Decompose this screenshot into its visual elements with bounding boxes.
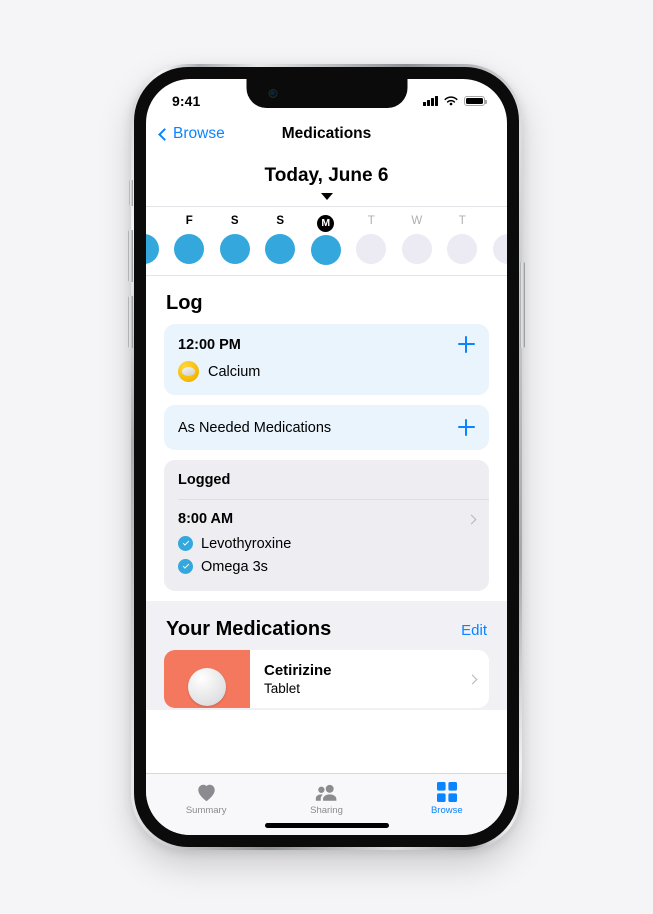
chevron-right-icon (466, 514, 477, 524)
people-icon (266, 781, 386, 803)
logged-card-body: 8:00 AM Levothyroxine Omega 3s (164, 500, 489, 591)
check-circle-icon (178, 536, 193, 551)
status-bar-time: 9:41 (172, 93, 201, 109)
tab-label: Browse (430, 805, 463, 816)
day-selector-item[interactable] (485, 214, 507, 264)
logged-time: 8:00 AM (178, 511, 234, 527)
front-camera-icon (268, 89, 277, 98)
day-dose-indicator (356, 234, 387, 264)
day-letter: T (367, 215, 375, 227)
day-selector-item[interactable]: T (349, 214, 395, 264)
day-selector-item[interactable]: M (303, 213, 349, 265)
battery-icon (464, 95, 487, 107)
home-indicator[interactable] (264, 823, 389, 828)
medication-list-item[interactable]: Cetirizine Tablet (164, 650, 489, 708)
grid-icon (387, 781, 507, 803)
heart-icon (146, 781, 266, 803)
day-selector-item[interactable] (146, 214, 167, 264)
logged-medication-row: Levothyroxine (178, 532, 475, 555)
as-needed-row: As Needed Medications (164, 405, 489, 450)
main-content: Log 12:00 PM Calcium As Needed Medicatio… (146, 276, 507, 710)
logged-medication-name: Levothyroxine (201, 535, 292, 552)
cellular-bars-icon (423, 96, 438, 106)
chevron-left-icon (158, 127, 171, 141)
your-medications-title: Your Medications (166, 618, 332, 640)
day-selector-item[interactable]: S (258, 214, 304, 264)
back-button-label: Browse (173, 125, 225, 142)
scheduled-dose-medication-row: Calcium (164, 355, 489, 395)
day-selector-item[interactable]: T (440, 214, 486, 264)
medication-info: Cetirizine Tablet (250, 650, 489, 708)
your-medications-header: Your Medications Edit (146, 601, 507, 650)
as-needed-label: As Needed Medications (178, 419, 332, 436)
device-screen: 9:41 Browse Medications Today, June 6 F … (146, 79, 507, 835)
day-letter: S (230, 215, 239, 227)
day-letter (485, 214, 507, 228)
medication-form: Tablet (264, 681, 301, 696)
display-notch (246, 79, 407, 108)
day-letter: W (411, 215, 423, 227)
day-dose-indicator (310, 235, 341, 265)
tab-label: Summary (185, 805, 227, 816)
logged-card[interactable]: Logged 8:00 AM Levothyroxine Omega 3s (164, 460, 489, 591)
status-bar-indicators (423, 95, 487, 107)
day-letter: T (458, 215, 466, 227)
logged-items-list: Levothyroxine Omega 3s (178, 532, 475, 578)
device-bezel: 9:41 Browse Medications Today, June 6 F … (134, 67, 519, 847)
date-header[interactable]: Today, June 6 (146, 153, 507, 206)
volume-up-button[interactable] (128, 230, 133, 282)
your-medications-section: Your Medications Edit Cetirizine Tablet (146, 601, 507, 710)
day-dose-indicator (401, 234, 432, 264)
wifi-icon (444, 96, 458, 106)
day-dose-indicator (492, 234, 507, 264)
day-selector-row: FSSMTWT (146, 213, 507, 265)
plus-icon[interactable] (458, 336, 475, 353)
current-date-label: Today, June 6 (264, 165, 389, 186)
logged-card-header: Logged (178, 472, 231, 488)
volume-down-button[interactable] (128, 296, 133, 348)
day-dose-indicator (447, 234, 478, 264)
scheduled-dose-time: 12:00 PM (178, 336, 241, 353)
day-selector-strip[interactable]: FSSMTWT (146, 207, 507, 275)
medication-thumbnail (164, 650, 250, 708)
log-section-title: Log (166, 292, 203, 314)
iphone-device-frame: 9:41 Browse Medications Today, June 6 F … (128, 64, 525, 850)
scheduled-dose-medication-name: Calcium (208, 363, 261, 380)
logged-medication-name: Omega 3s (201, 558, 268, 575)
logged-medication-row: Omega 3s (178, 555, 475, 578)
your-medications-list: Cetirizine Tablet (146, 650, 507, 708)
day-letter: F (185, 215, 193, 227)
day-selector-item[interactable]: W (394, 214, 440, 264)
tab-summary[interactable]: Summary (146, 781, 266, 816)
tab-browse[interactable]: Browse (387, 781, 507, 816)
yellow-capsule-icon (178, 361, 199, 382)
day-dose-indicator (174, 234, 205, 264)
mute-switch-button[interactable] (129, 180, 133, 206)
power-button[interactable] (520, 262, 525, 348)
navigation-bar: Browse Medications (146, 115, 507, 153)
tab-label: Sharing (310, 805, 343, 816)
logged-time-row[interactable]: 8:00 AM (178, 511, 477, 527)
plus-icon[interactable] (458, 419, 475, 436)
as-needed-medications-card[interactable]: As Needed Medications (164, 405, 489, 450)
scheduled-dose-header: 12:00 PM (164, 324, 489, 355)
back-button[interactable]: Browse (158, 125, 225, 143)
tab-sharing[interactable]: Sharing (266, 781, 386, 816)
day-letter (146, 214, 167, 228)
day-dose-indicator (265, 234, 296, 264)
day-dose-indicator (146, 234, 159, 264)
day-dose-indicator (219, 234, 250, 264)
day-letter: M (317, 215, 335, 232)
white-round-tablet-icon (188, 668, 226, 706)
day-selector-item[interactable]: S (212, 214, 258, 264)
scheduled-dose-card[interactable]: 12:00 PM Calcium (164, 324, 489, 395)
day-letter: S (276, 215, 285, 227)
check-circle-icon (178, 559, 193, 574)
chevron-right-icon (467, 674, 478, 684)
day-selector-item[interactable]: F (167, 214, 213, 264)
caret-down-icon (320, 193, 333, 200)
screenshot-stage: 9:41 Browse Medications Today, June 6 F … (0, 0, 653, 914)
medication-name: Cetirizine (264, 662, 332, 679)
edit-button[interactable]: Edit (461, 622, 487, 639)
